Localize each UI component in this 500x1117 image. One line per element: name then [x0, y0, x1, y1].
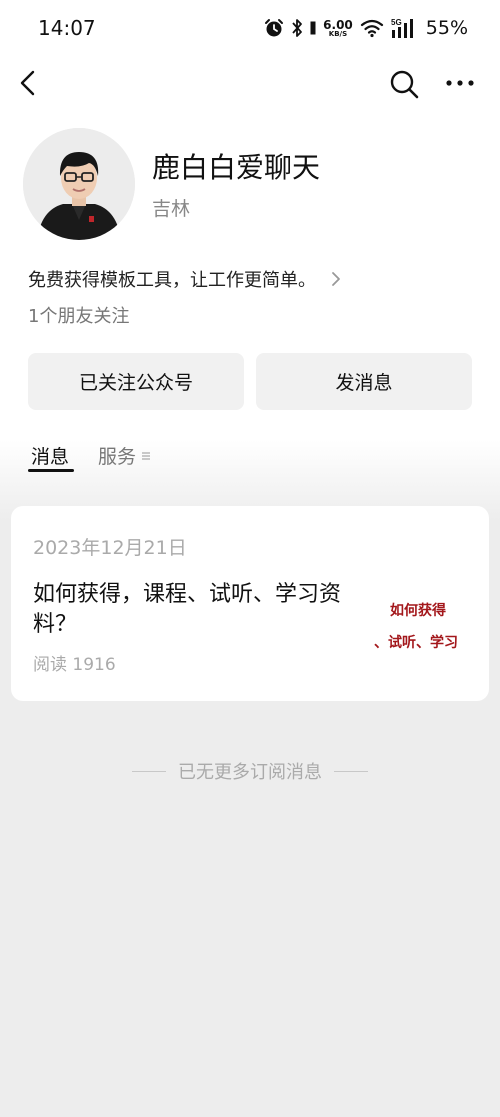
battery-level: 55% [425, 17, 468, 39]
tab-services[interactable]: 服务 [98, 442, 151, 469]
no-more-messages: 已无更多订阅消息 [178, 762, 322, 783]
tab-messages[interactable]: 消息 [31, 442, 69, 469]
article-thumbnail[interactable]: 如何获得 、试听、学习 [368, 586, 478, 662]
avatar[interactable] [23, 128, 135, 240]
divider-left [132, 770, 166, 772]
menu-lines-icon [142, 451, 151, 460]
more-icon[interactable] [442, 68, 478, 98]
status-time: 14:07 [38, 16, 96, 40]
search-icon[interactable] [388, 68, 420, 100]
article-date: 2023年12月21日 [33, 537, 187, 559]
net-speed: 6.00 KB/S [323, 19, 353, 38]
article-title[interactable]: 如何获得，课程、试听、学习资料？ [33, 580, 368, 640]
top-nav [0, 58, 500, 108]
account-region: 吉林 [152, 198, 191, 220]
network-type: 5G [391, 18, 402, 27]
avatar-portrait [23, 128, 135, 240]
net-speed-value: 6.00 [323, 17, 353, 32]
thumbnail-text-line1: 如何获得 [390, 603, 446, 619]
article-card[interactable]: 2023年12月21日 如何获得，课程、试听、学习资料？ 阅读 1916 如何获… [11, 506, 489, 701]
thumbnail-text-line2: 、试听、学习 [374, 635, 458, 651]
article-read-count: 阅读 1916 [33, 655, 116, 675]
status-bar: 14:07 6.00 KB/S 5G 55% [0, 0, 500, 58]
tab-active-indicator [28, 469, 74, 472]
net-speed-unit: KB/S [328, 29, 348, 38]
send-message-button[interactable]: 发消息 [256, 353, 472, 410]
followed-button[interactable]: 已关注公众号 [28, 353, 244, 410]
account-name: 鹿白白爱聊天 [152, 151, 321, 184]
chevron-right-icon [332, 272, 340, 286]
back-arrow-icon[interactable] [14, 68, 44, 98]
account-intro[interactable]: 免费获得模板工具，让工作更简单。 [28, 266, 342, 292]
bluetooth-icon [292, 19, 303, 37]
battery-small-icon [310, 21, 316, 35]
wifi-icon [360, 19, 383, 38]
divider-right [334, 770, 368, 772]
friends-following[interactable]: 1个朋友关注 [28, 302, 129, 328]
alarm-icon [265, 19, 284, 37]
tab-services-label: 服务 [98, 446, 137, 468]
end-of-list: 已无更多订阅消息 [0, 758, 500, 784]
status-icons: 6.00 KB/S 5G 55% [264, 14, 468, 42]
account-intro-text: 免费获得模板工具，让工作更简单。 [28, 270, 316, 291]
signal-icon: 5G [391, 18, 413, 38]
